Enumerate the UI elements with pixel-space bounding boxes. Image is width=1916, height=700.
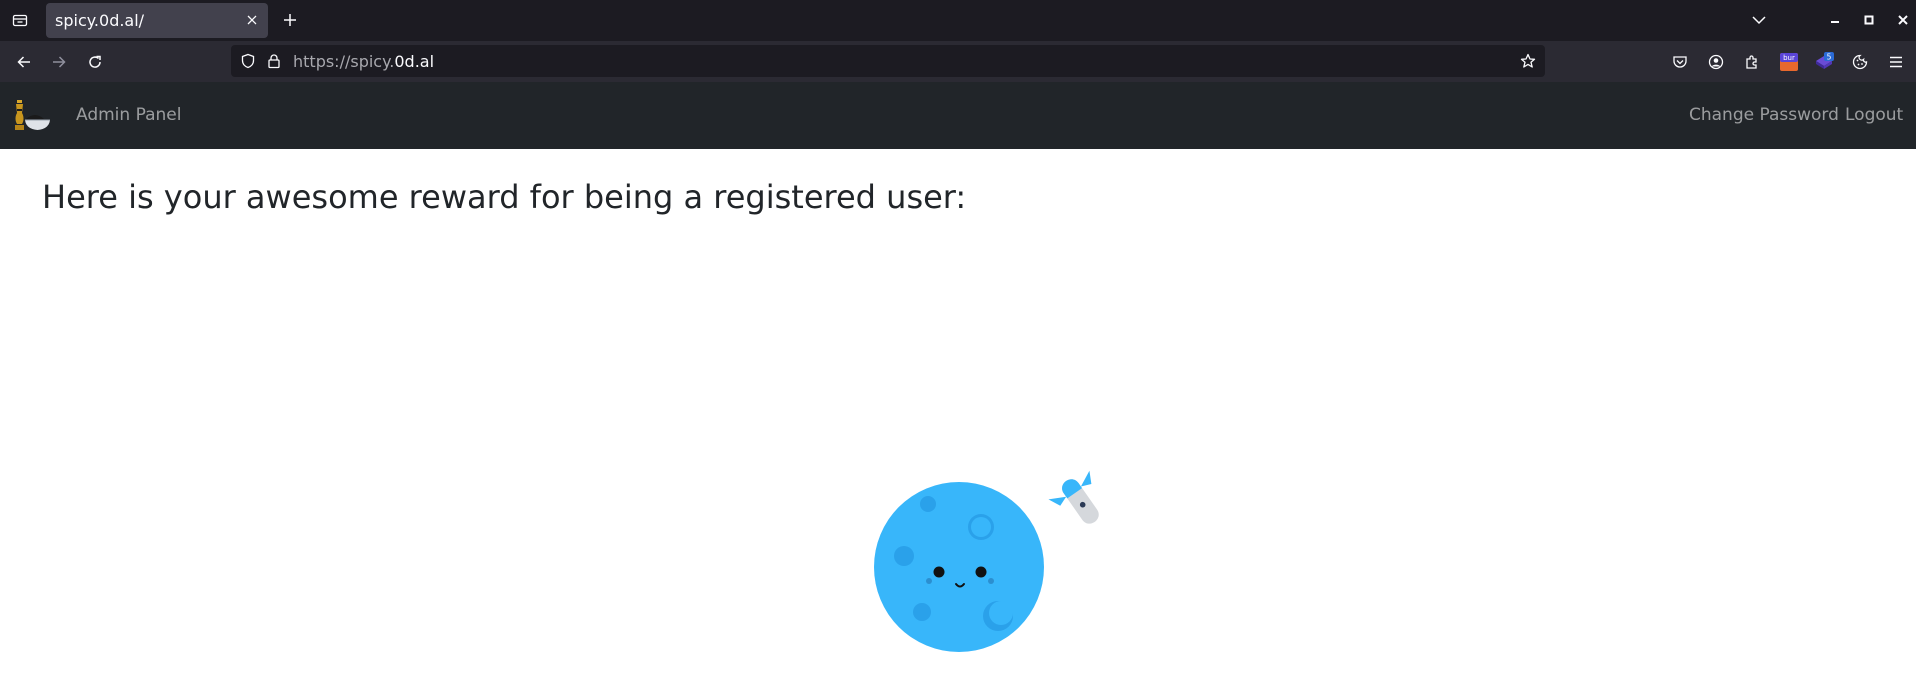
brand-logo-icon[interactable]	[12, 97, 52, 133]
forward-button[interactable]	[48, 51, 70, 73]
minimize-icon	[1831, 21, 1839, 23]
burp-extension-label: bur	[1783, 54, 1795, 62]
firefox-view-button[interactable]	[8, 8, 32, 32]
bookmark-star-icon[interactable]	[1520, 53, 1536, 69]
url-host: 0d.al	[394, 52, 435, 71]
shield-icon[interactable]	[240, 53, 256, 69]
pocket-button[interactable]	[1669, 51, 1691, 73]
arrow-right-icon	[53, 56, 66, 68]
url-bar[interactable]: https://spicy.0d.al	[231, 45, 1545, 77]
close-window-button[interactable]	[1893, 10, 1913, 30]
close-icon	[1898, 15, 1908, 25]
url-text[interactable]: https://spicy.0d.al	[293, 52, 434, 71]
plus-icon	[284, 14, 296, 26]
change-password-link[interactable]: Change Password	[1689, 105, 1839, 125]
new-tab-button[interactable]	[280, 9, 300, 31]
violet-extension-button[interactable]: 5	[1813, 51, 1835, 73]
account-button[interactable]	[1705, 51, 1727, 73]
arrow-left-icon	[17, 56, 30, 68]
close-icon	[247, 15, 257, 25]
reload-icon	[89, 55, 101, 68]
chevron-down-icon	[1752, 16, 1766, 25]
list-all-tabs-button[interactable]	[1748, 10, 1770, 30]
pocket-icon	[1673, 56, 1687, 68]
page-heading: Here is your awesome reward for being a …	[42, 178, 967, 216]
cookie-extension-button[interactable]	[1849, 51, 1871, 73]
app-menu-button[interactable]	[1885, 51, 1907, 73]
burp-extension-button[interactable]: bur	[1778, 51, 1800, 73]
account-icon	[1708, 54, 1724, 70]
firefox-view-icon	[12, 14, 28, 27]
browser-tab[interactable]: spicy.0d.al/	[46, 3, 268, 38]
browser-toolbar: https://spicy.0d.al bur 5	[0, 41, 1916, 82]
lock-icon[interactable]	[266, 53, 282, 69]
violet-extension-icon: 5	[1816, 52, 1834, 69]
rocket-icon	[1048, 470, 1099, 524]
minimize-button[interactable]	[1825, 10, 1845, 30]
maximize-button[interactable]	[1859, 10, 1879, 30]
moon-icon	[874, 482, 1044, 652]
admin-panel-link[interactable]: Admin Panel	[76, 105, 181, 125]
logout-link[interactable]: Logout	[1845, 105, 1903, 125]
hamburger-menu-icon	[1890, 56, 1902, 68]
burp-extension-icon: bur	[1780, 53, 1798, 71]
maximize-icon	[1864, 15, 1874, 25]
site-navbar: Admin Panel Change Password Logout	[0, 82, 1916, 149]
extension-badge-count: 5	[1827, 53, 1832, 62]
back-button[interactable]	[13, 51, 35, 73]
cookie-icon	[1852, 54, 1868, 70]
tab-title: spicy.0d.al/	[55, 11, 145, 30]
extensions-button[interactable]	[1741, 51, 1763, 73]
url-prefix: https://spicy.	[293, 52, 395, 71]
reload-button[interactable]	[84, 51, 106, 73]
browser-titlebar: spicy.0d.al/	[0, 0, 1916, 41]
moon-rocket-illustration	[874, 470, 1099, 652]
extensions-icon	[1746, 55, 1757, 69]
tab-close-button[interactable]	[244, 12, 260, 28]
